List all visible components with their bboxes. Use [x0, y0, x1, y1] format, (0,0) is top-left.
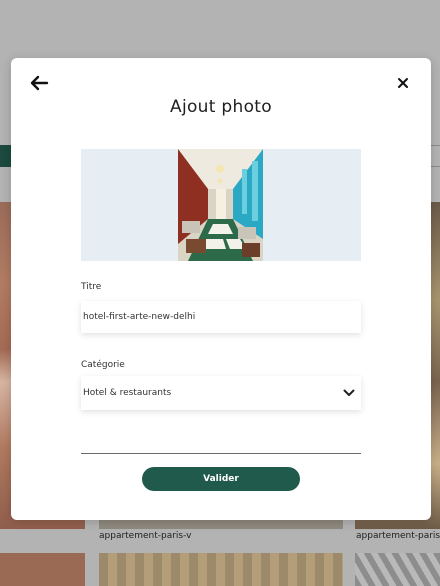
close-button[interactable] [395, 75, 411, 91]
modal-title: Ajout photo [170, 97, 272, 117]
photo-preview [81, 149, 361, 261]
form-divider [81, 453, 361, 454]
background-photo-tile [99, 553, 343, 586]
back-button[interactable] [29, 74, 49, 92]
hotel-photo-thumbnail [178, 149, 263, 261]
title-field-label: Titre [81, 282, 102, 292]
arrow-left-icon [30, 75, 49, 91]
close-icon [398, 78, 408, 88]
background-photo-caption: appartement-paris-v [99, 531, 192, 541]
background-photo-tile [0, 553, 85, 586]
category-select-value: Hotel & restaurants [83, 388, 172, 398]
background-photo-caption: appartement-paris- [356, 531, 440, 541]
chevron-down-icon [343, 389, 355, 396]
title-input-value: hotel-first-arte-new-delhi [83, 312, 196, 322]
submit-button[interactable]: Valider [142, 467, 300, 491]
category-select[interactable]: Hotel & restaurants [81, 376, 361, 410]
add-photo-modal: Ajout photo Titre hotel-first-arte-new-d… [11, 58, 431, 520]
background-photo-tile [355, 553, 440, 586]
title-input[interactable]: hotel-first-arte-new-delhi [81, 301, 361, 333]
category-field-label: Catégorie [81, 360, 125, 370]
